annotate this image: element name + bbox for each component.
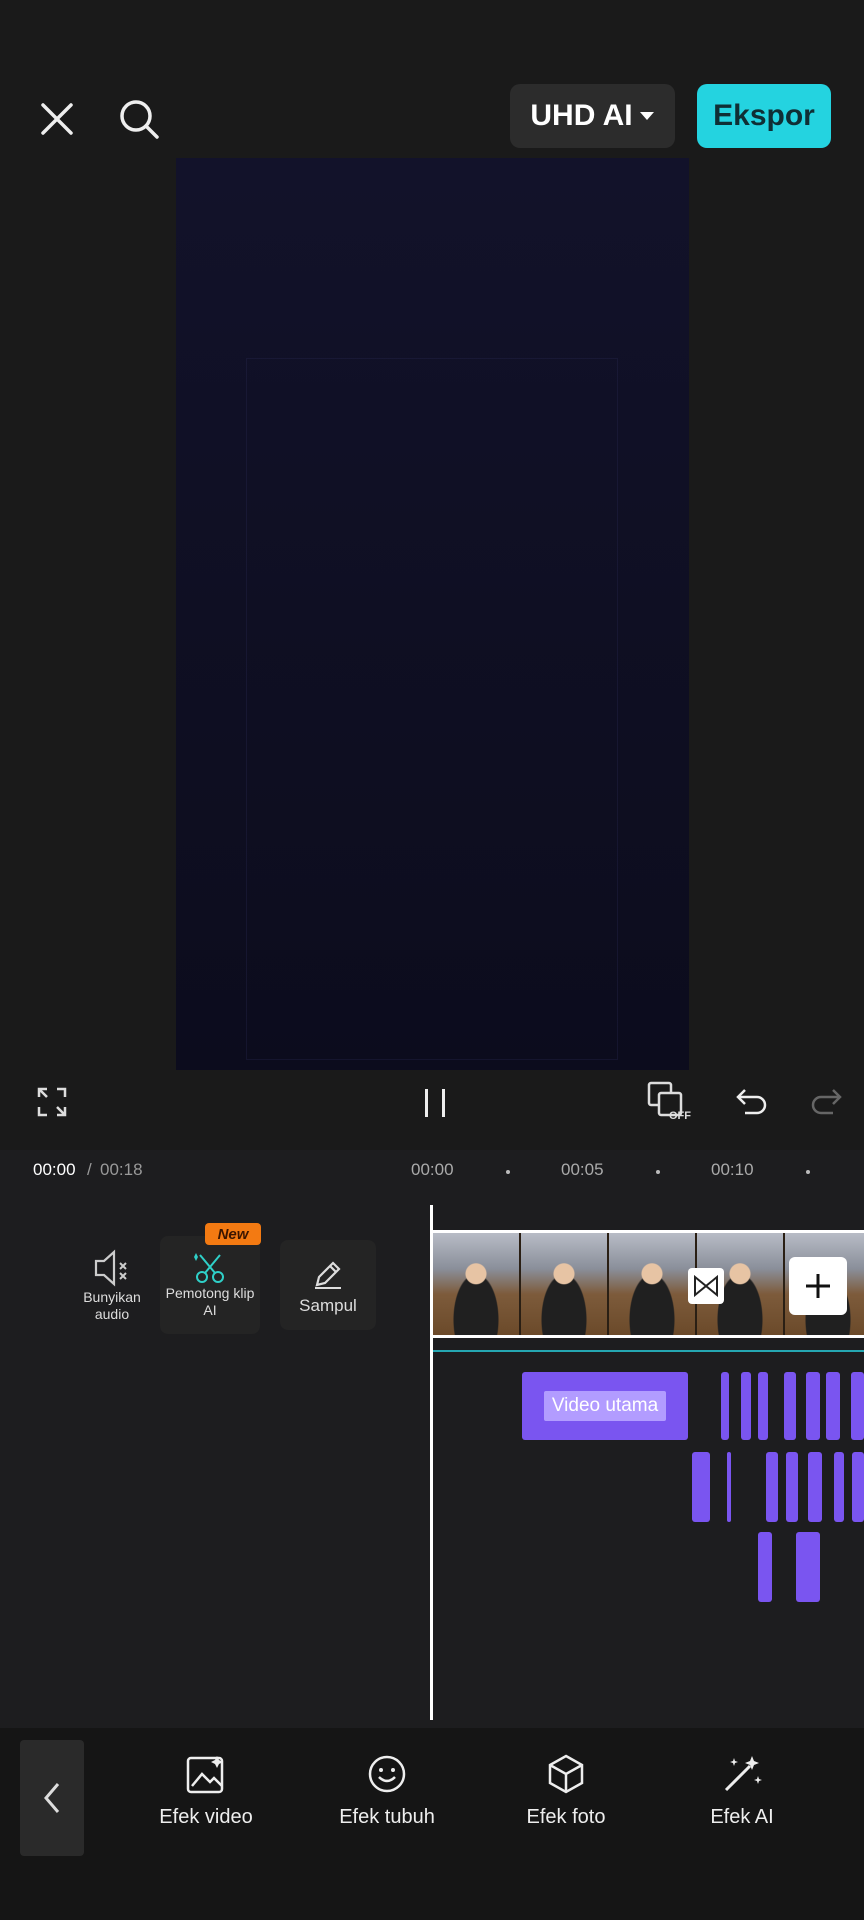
pause-button[interactable] — [410, 1078, 460, 1128]
effect-clip[interactable] — [692, 1452, 710, 1522]
ai-scissors-icon — [194, 1253, 224, 1283]
chevron-left-icon — [44, 1783, 60, 1813]
nav-photo-effect[interactable]: Efek foto — [491, 1752, 641, 1829]
ai-effect-icon — [724, 1756, 762, 1792]
total-time: 00:18 — [100, 1160, 143, 1179]
nav-video-effect[interactable]: Efek video — [131, 1752, 281, 1829]
export-label: Ekspor — [713, 99, 815, 132]
close-icon — [41, 103, 73, 135]
effect-clip[interactable] — [806, 1372, 820, 1440]
undo-icon — [736, 1089, 767, 1115]
effect-clip[interactable] — [851, 1372, 864, 1440]
effect-clip[interactable] — [758, 1532, 772, 1602]
quality-label: UHD AI — [530, 99, 633, 132]
redo-button[interactable] — [804, 1080, 848, 1124]
pencil-icon — [315, 1260, 341, 1289]
playhead[interactable] — [430, 1205, 433, 1720]
clip-thumbnail[interactable] — [433, 1233, 521, 1335]
effect-clip[interactable] — [721, 1372, 729, 1440]
effect-clip[interactable] — [727, 1452, 731, 1522]
nav-body-effect[interactable]: Efek tubuh — [312, 1752, 462, 1829]
effect-clip-main[interactable]: Video utama — [522, 1372, 688, 1440]
ai-clip-cutter-button[interactable]: Pemotong klip AI — [160, 1236, 260, 1334]
search-button[interactable] — [110, 90, 168, 148]
effect-clip[interactable] — [766, 1452, 778, 1522]
effect-clip[interactable] — [796, 1532, 820, 1602]
effect-clip[interactable] — [808, 1452, 822, 1522]
fullscreen-button[interactable] — [30, 1080, 74, 1124]
keyframe-off-icon: OFF — [647, 1081, 691, 1122]
ruler-dot — [806, 1170, 810, 1174]
nav-body-effect-label: Efek tubuh — [339, 1806, 435, 1828]
clip-thumbnail[interactable] — [609, 1233, 697, 1335]
nav-video-effect-label: Efek video — [159, 1806, 253, 1828]
ruler-dot — [656, 1170, 660, 1174]
unmute-audio-button[interactable]: Bunyikan audio — [76, 1240, 148, 1330]
add-clip-button[interactable] — [789, 1257, 847, 1315]
unmute-audio-label: Bunyikan audio — [83, 1289, 141, 1322]
current-time: 00:00 — [33, 1160, 76, 1179]
effect-clip[interactable] — [741, 1372, 751, 1440]
new-badge: New — [205, 1223, 261, 1245]
clip-thumbnail[interactable] — [521, 1233, 609, 1335]
ruler-label: 00:00 — [411, 1160, 454, 1179]
effect-clip[interactable] — [784, 1372, 796, 1440]
svg-text:OFF: OFF — [669, 1110, 691, 1122]
effect-clip[interactable] — [786, 1452, 798, 1522]
undo-button[interactable] — [730, 1080, 774, 1124]
video-effect-icon — [186, 1756, 224, 1794]
preview-frame — [246, 358, 618, 1060]
photo-effect-icon — [548, 1754, 584, 1794]
audio-track-line — [433, 1350, 864, 1352]
effect-clip-label: Video utama — [543, 1391, 667, 1421]
nav-photo-effect-label: Efek foto — [526, 1806, 606, 1828]
effect-clip[interactable] — [826, 1372, 840, 1440]
muted-speaker-icon — [94, 1249, 127, 1287]
fullscreen-icon — [37, 1087, 67, 1117]
back-button[interactable] — [20, 1740, 84, 1856]
nav-ai-effect-label: Efek AI — [710, 1806, 774, 1828]
ruler-label: 00:10 — [711, 1160, 754, 1179]
nav-ai-effect[interactable]: Efek AI — [667, 1752, 817, 1829]
body-effect-icon — [368, 1755, 406, 1793]
effect-clip[interactable] — [852, 1452, 864, 1522]
cover-label: Sampul — [299, 1295, 357, 1315]
ruler-label: 00:05 — [561, 1160, 604, 1179]
effect-clip[interactable] — [834, 1452, 844, 1522]
transition-icon — [694, 1275, 718, 1297]
redo-icon — [811, 1089, 842, 1115]
keyframe-toggle[interactable]: OFF — [644, 1078, 696, 1124]
effect-clip[interactable] — [758, 1372, 768, 1440]
pause-icon — [425, 1089, 445, 1117]
video-preview[interactable] — [176, 158, 689, 1070]
quality-dropdown[interactable]: UHD AI — [510, 84, 675, 148]
export-button[interactable]: Ekspor — [697, 84, 831, 148]
ruler-dot — [506, 1170, 510, 1174]
close-button[interactable] — [28, 90, 86, 148]
time-separator: / — [87, 1160, 92, 1179]
cover-button[interactable]: Sampul — [280, 1240, 376, 1330]
plus-icon — [806, 1274, 830, 1298]
transition-button[interactable] — [688, 1268, 724, 1304]
caret-down-icon — [639, 112, 654, 120]
ai-clip-cutter-label: Pemotong klip AI — [165, 1285, 255, 1318]
search-icon — [120, 100, 159, 139]
